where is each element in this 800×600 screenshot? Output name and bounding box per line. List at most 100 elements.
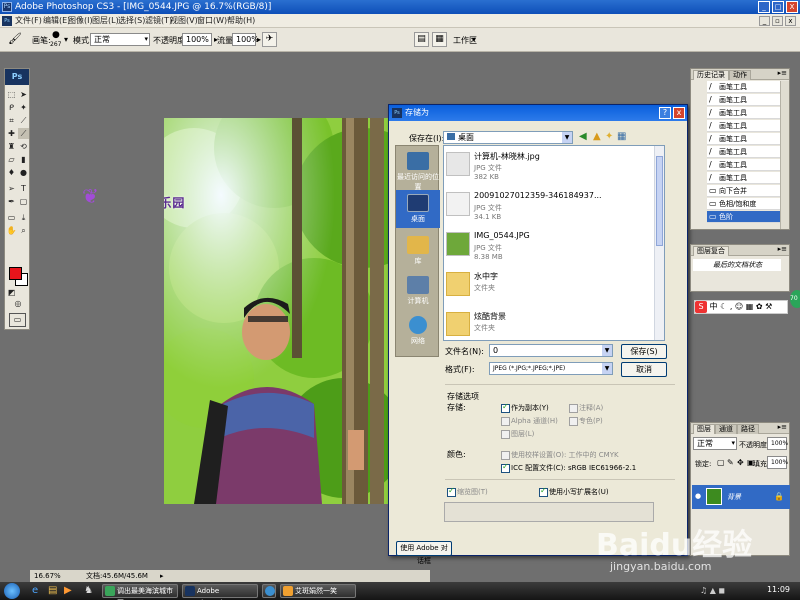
alpha-channels-checkbox[interactable]: Alpha 通道(H) (501, 416, 558, 426)
filename-input[interactable]: 0 ▼ (489, 344, 613, 357)
doc-minimize-button[interactable]: _ (759, 16, 770, 26)
scrollbar-thumb[interactable] (656, 156, 663, 246)
start-button[interactable] (4, 583, 20, 599)
gradient-tool-icon[interactable]: ▮ (18, 154, 29, 165)
menu-file[interactable]: 文件(F) (15, 15, 42, 27)
type-tool-icon[interactable]: T (18, 183, 29, 194)
adobe-dialog-button[interactable]: 使用 Adobe 对话框 (396, 541, 452, 565)
proof-setup-checkbox[interactable]: 使用校样设置(O): 工作中的 CMYK (501, 450, 619, 460)
screen-mode-icon[interactable]: ▭ (9, 313, 26, 327)
list-item[interactable]: IMG_0544.JPG JPG 文件 8.38 MB (446, 228, 646, 268)
eraser-tool-icon[interactable]: ▱ (6, 154, 17, 165)
flow-slider-icon[interactable]: ▸ (257, 35, 261, 44)
thumbnail-checkbox[interactable]: 缩览图(T) (447, 486, 488, 497)
ime-punct-icon[interactable]: , (730, 302, 733, 311)
menu-layer[interactable]: 图层(L) (92, 15, 119, 27)
taskbar-item-document[interactable]: 艾斑娟然一笑 (280, 584, 356, 598)
new-folder-icon[interactable]: ✦ (605, 131, 613, 142)
brush-tool-icon[interactable]: 🖌 (8, 32, 22, 45)
media-player-icon[interactable]: ▶ (64, 585, 72, 596)
document-canvas[interactable]: 百度ID: 林墨乐园 (164, 118, 392, 504)
notes-tool-icon[interactable]: ▭ (6, 212, 17, 223)
lock-transparency-icon[interactable]: ▢ (717, 458, 725, 467)
history-item[interactable]: / 画笔工具 (707, 172, 785, 184)
history-item[interactable]: / 画笔工具 (707, 159, 785, 171)
history-item-selected[interactable]: ▭ 色阶 (707, 211, 785, 223)
opacity-input[interactable]: 100% (182, 33, 212, 46)
status-arrow-icon[interactable]: ▸ (160, 570, 164, 582)
zoom-level[interactable]: 16.67% (34, 570, 61, 582)
dodge-tool-icon[interactable]: ● (18, 167, 29, 178)
history-item[interactable]: / 画笔工具 (707, 81, 785, 93)
taskbar-item-browser[interactable]: 调出最美海滨城市图... (102, 584, 178, 600)
history-item[interactable]: / 画笔工具 (707, 146, 785, 158)
layer-comp-item[interactable]: 最后的文档状态 (693, 259, 781, 271)
list-item[interactable]: 20091027012359-346184937... JPG 文件 34.1 … (446, 188, 646, 228)
airbrush-icon[interactable]: ✈ (262, 32, 277, 47)
ime-emoji-icon[interactable]: ☺ (735, 302, 743, 311)
panel-menu-icon[interactable]: ▸≡ (778, 423, 787, 431)
foreground-color-swatch[interactable] (9, 267, 22, 280)
pen-tool-icon[interactable]: ✒ (6, 196, 17, 207)
place-library[interactable]: 库 (396, 236, 440, 266)
menu-edit[interactable]: 编辑(E) (43, 15, 70, 27)
taskbar-item-media[interactable] (262, 584, 276, 598)
help-button[interactable]: ? (659, 107, 671, 119)
ime-moon-icon[interactable]: ☾ (720, 302, 727, 311)
place-recent[interactable]: 最近访问的位置 (396, 152, 440, 192)
brushes-palette-icon[interactable]: ▤ (414, 32, 429, 47)
layer-row-background[interactable]: ● 背景 🔒 (692, 485, 790, 509)
list-item[interactable]: 炫酷背景 文件夹 (446, 308, 646, 340)
zoom-tool-icon[interactable]: ⌕ (18, 225, 29, 236)
save-button[interactable]: 保存(S) (621, 344, 667, 359)
fill-input[interactable]: 100% (767, 456, 788, 469)
flow-input[interactable]: 100% (232, 33, 259, 46)
path-selection-tool-icon[interactable]: ➢ (6, 183, 17, 194)
slice-tool-icon[interactable]: ⟋ (18, 115, 29, 126)
lock-image-icon[interactable]: ✎ (727, 458, 734, 467)
ime-keyboard-icon[interactable]: ▦ (746, 302, 754, 311)
workspace-chevron-icon[interactable]: ▾ (472, 35, 476, 44)
history-item[interactable]: / 画笔工具 (707, 120, 785, 132)
menu-filter[interactable]: 滤镜(T) (145, 15, 172, 27)
history-item[interactable]: / 画笔工具 (707, 94, 785, 106)
place-desktop[interactable]: 桌面 (396, 190, 440, 228)
ime-skin-icon[interactable]: ✿ (756, 302, 763, 311)
menu-select[interactable]: 选择(S) (118, 15, 145, 27)
brush-dropdown-icon[interactable]: ▾ (64, 35, 68, 44)
icc-profile-checkbox[interactable]: ICC 配置文件(C): sRGB IEC61966-2.1 (501, 462, 636, 473)
place-computer[interactable]: 计算机 (396, 276, 440, 306)
dialog-close-button[interactable]: x (673, 107, 685, 119)
ime-tools-icon[interactable]: ⚒ (765, 302, 772, 311)
magic-wand-tool-icon[interactable]: ✦ (18, 102, 29, 113)
history-item[interactable]: ▭ 色相/饱和度 (707, 198, 785, 210)
quick-mask-icon[interactable]: ◎ (11, 298, 25, 309)
clone-stamp-tool-icon[interactable]: ♜ (6, 141, 17, 152)
list-item[interactable]: 计算机-林晓林.jpg JPG 文件 382 KB (446, 148, 646, 188)
history-scrollbar[interactable] (780, 81, 789, 229)
taskbar-item-photoshop[interactable]: Adobe Photoshop ... (182, 584, 258, 600)
view-menu-icon[interactable]: ▦ (617, 131, 626, 142)
panel-menu-icon[interactable]: ▸≡ (778, 69, 787, 77)
visibility-eye-icon[interactable]: ● (695, 492, 701, 500)
tab-layer-comps[interactable]: 图层复合 (693, 246, 729, 256)
menu-window[interactable]: 窗口(W) (197, 15, 227, 27)
doc-restore-button[interactable]: ▫ (772, 16, 783, 26)
blur-tool-icon[interactable]: ♦ (6, 167, 17, 178)
minimize-button[interactable]: _ (758, 1, 770, 13)
spot-colors-checkbox[interactable]: 专色(P) (569, 416, 603, 426)
ime-chinese-icon[interactable]: 中 (710, 302, 718, 311)
as-copy-checkbox[interactable]: 作为副本(Y) (501, 402, 549, 413)
tab-channels[interactable]: 通道 (715, 424, 737, 434)
close-button[interactable]: X (786, 1, 798, 13)
file-list-scrollbar[interactable] (654, 146, 664, 340)
tray-icons[interactable]: ♫ ▲ ◼ (700, 586, 725, 595)
lock-position-icon[interactable]: ✥ (737, 458, 744, 467)
menu-image[interactable]: 图像(I) (68, 15, 93, 27)
move-tool-icon[interactable]: ➤ (18, 89, 29, 100)
back-icon[interactable]: ◀ (579, 131, 587, 142)
eyedropper-tool-icon[interactable]: ⤓ (18, 212, 29, 223)
up-folder-icon[interactable]: ▲ (593, 131, 601, 142)
hand-tool-icon[interactable]: ✋ (6, 225, 17, 236)
layer-opacity-input[interactable]: 100% (767, 437, 788, 450)
